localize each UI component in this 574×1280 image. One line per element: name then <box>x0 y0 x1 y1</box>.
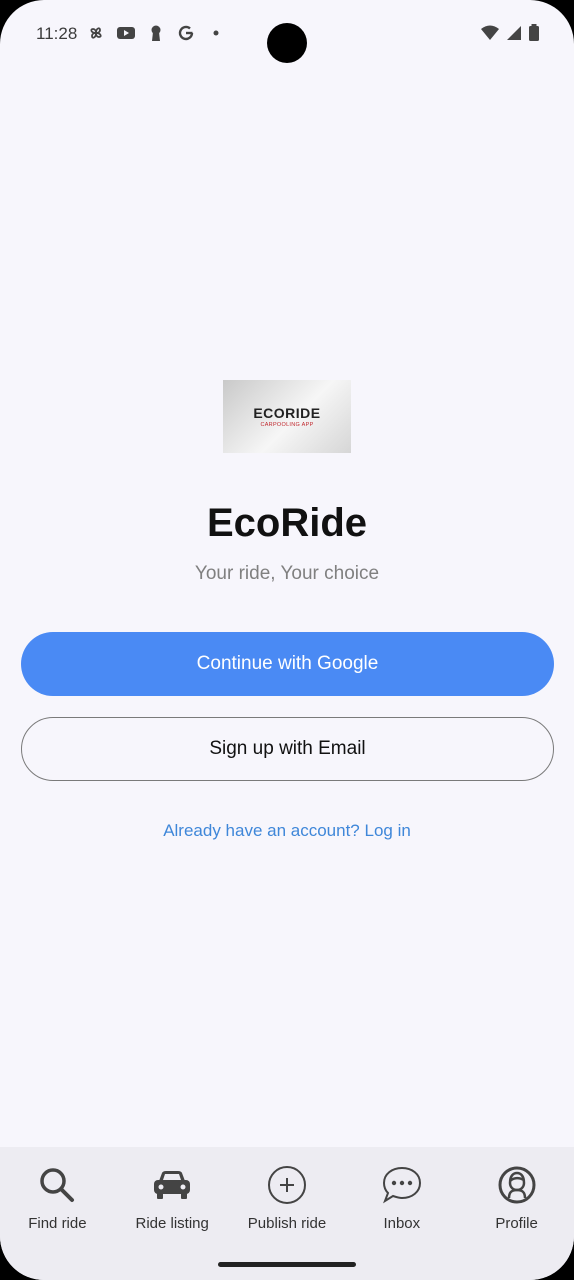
notification-icons <box>86 23 226 43</box>
car-icon <box>150 1163 194 1207</box>
battery-icon <box>528 24 540 47</box>
google-icon <box>176 23 196 43</box>
nav-label: Profile <box>495 1215 538 1232</box>
nav-item-publish-ride[interactable]: Publish ride <box>230 1147 345 1280</box>
chat-bubble-icon <box>380 1163 424 1207</box>
app-logo: ECORIDE CARPOOLING APP <box>223 380 351 453</box>
plus-circle-icon <box>265 1163 309 1207</box>
system-icons <box>480 24 540 47</box>
bottom-nav: Find ride Ride listing Publish ride Inbo… <box>0 1147 574 1280</box>
nav-item-find-ride[interactable]: Find ride <box>0 1147 115 1280</box>
status-time: 11:28 <box>36 24 78 43</box>
nav-item-profile[interactable]: Profile <box>459 1147 574 1280</box>
nav-item-ride-listing[interactable]: Ride listing <box>115 1147 230 1280</box>
wifi-icon <box>480 25 500 46</box>
nav-label: Publish ride <box>247 1215 327 1232</box>
nav-label: Find ride <box>28 1215 87 1232</box>
sign-up-with-email-button[interactable]: Sign up with Email <box>21 717 554 781</box>
login-link[interactable]: Already have an account? Log in <box>0 821 574 841</box>
camera-cutout <box>267 23 307 63</box>
continue-with-google-button[interactable]: Continue with Google <box>21 632 554 696</box>
nav-item-inbox[interactable]: Inbox <box>344 1147 459 1280</box>
status-bar: 11:28 <box>0 0 574 70</box>
app-title: EcoRide <box>206 501 368 545</box>
keyhole-icon <box>146 23 166 43</box>
dot-icon <box>206 23 226 43</box>
youtube-icon <box>116 23 136 43</box>
home-indicator[interactable] <box>218 1262 356 1267</box>
logo-subtitle: CARPOOLING APP <box>260 422 314 428</box>
profile-icon <box>495 1163 539 1207</box>
search-icon <box>35 1163 79 1207</box>
nav-label: Ride listing <box>135 1215 209 1232</box>
app-screen: 11:28 ECORIDE CARPOOLING APP EcoRide You… <box>0 0 574 1280</box>
logo-wordmark: ECORIDE <box>253 405 321 421</box>
app-tagline: Your ride, Your choice <box>194 563 380 584</box>
signal-icon <box>506 25 522 46</box>
pinwheel-icon <box>86 23 106 43</box>
nav-label: Inbox <box>383 1215 421 1232</box>
